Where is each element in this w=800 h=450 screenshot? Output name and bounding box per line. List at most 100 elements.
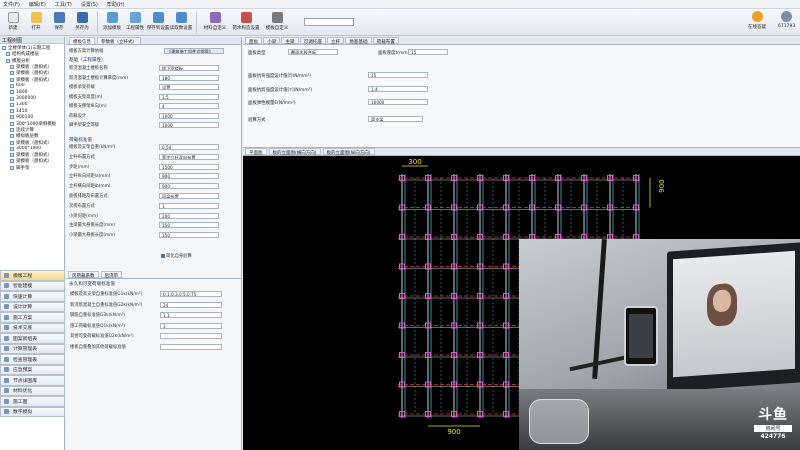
- tab-post-pour[interactable]: 后浇带: [100, 271, 122, 279]
- field-value[interactable]: 900: [159, 173, 219, 180]
- calc-basis-select[interactable]: 《建筑施工扣件式钢管》: [164, 48, 224, 54]
- field-label: 脚手架安全等级: [69, 123, 100, 128]
- project-tree-panel: 工程树图 全楼单体(1)三期工程 结构构成楼层 模版分析 梁模板（盘扣式） 梁模板（盘扣…: [0, 37, 65, 450]
- help-icon: [751, 11, 763, 22]
- field-value[interactable]: 1.1: [160, 312, 222, 318]
- tree-node-label: 3000*1800: [16, 146, 42, 152]
- field-value[interactable]: 1.5: [159, 93, 219, 100]
- tree-node-icon: [10, 102, 14, 107]
- tab-wind-load[interactable]: 风荷载系数: [68, 271, 99, 279]
- user-account-button[interactable]: 671793: [778, 11, 795, 29]
- field-value[interactable]: 4: [159, 103, 219, 109]
- field-value[interactable]: 1000: [159, 112, 219, 119]
- tree-node-label: 模版分析: [12, 58, 30, 64]
- field-value[interactable]: 150: [159, 232, 219, 239]
- save-as-button[interactable]: 另存为: [71, 11, 93, 31]
- component-tabs: 面板 小梁 主梁 可调托座 立杆 地基基础 荷载布置: [243, 37, 800, 45]
- field-value[interactable]: 0.1,0.3,0.5,0.75: [160, 291, 222, 297]
- field-value[interactable]: 150: [159, 222, 219, 229]
- simplify-check-checkbox[interactable]: [161, 254, 165, 258]
- field-value[interactable]: 0.54: [159, 144, 219, 150]
- field-value[interactable]: [160, 343, 222, 350]
- field-value[interactable]: 1: [159, 202, 219, 209]
- tree-node-label: 全楼单体(1)三期工程: [8, 46, 51, 52]
- component-tab[interactable]: 主梁: [281, 37, 299, 45]
- tab-slab-parameters[interactable]: 参数板（立杆式）: [97, 37, 141, 45]
- module-button[interactable]: 快速计算: [0, 291, 65, 302]
- add-template-button[interactable]: 添加模板: [101, 11, 123, 31]
- prop-value[interactable]: 15: [408, 49, 448, 55]
- calc-basis-label: 模板方案计算依据: [69, 49, 104, 54]
- prop-value[interactable]: 10000: [368, 99, 428, 105]
- tree-node-label: 模拟板层数: [16, 134, 39, 140]
- tree-node[interactable]: 脚手架: [2, 165, 64, 171]
- component-tab[interactable]: 立杆: [327, 37, 345, 45]
- save-as-icon: [76, 12, 88, 23]
- save-button[interactable]: 保存: [48, 11, 70, 31]
- tree-node-icon: [10, 153, 14, 158]
- toolbar-search-input[interactable]: [304, 18, 354, 26]
- field-value[interactable]: [160, 333, 222, 339]
- field-label: 小梁最大悬挑长度(mm): [69, 233, 116, 239]
- component-tab[interactable]: 面板: [245, 37, 263, 45]
- material-custom-button[interactable]: 材料自定义: [200, 11, 230, 31]
- prop-label: 面板抗弯强度设计值[f](N/mm²): [248, 74, 311, 79]
- menu-item[interactable]: 编辑(E): [29, 1, 46, 8]
- field-value[interactable]: 设置: [159, 84, 219, 90]
- load-structure-settings-button[interactable]: 荷水构造设置: [231, 11, 261, 31]
- component-tab[interactable]: 可调托座: [299, 37, 326, 45]
- menu-item[interactable]: 设置(S): [81, 1, 98, 8]
- field-value[interactable]: 同梁布置: [159, 193, 219, 199]
- module-button[interactable]: 检查管理表: [0, 354, 65, 365]
- prop-label: 面板弹性模量E(N/mm²): [248, 101, 296, 106]
- stream-watermark: 斗鱼 房间号 424776: [754, 404, 792, 440]
- module-icon: [4, 283, 9, 289]
- module-button[interactable]: 施工图: [0, 396, 65, 407]
- menu-item[interactable]: 工具(T): [55, 1, 72, 8]
- field-value[interactable]: 900: [159, 183, 219, 190]
- module-button[interactable]: 施工方案: [0, 312, 65, 323]
- drawing-tab[interactable]: 平面图: [245, 148, 267, 156]
- field-value[interactable]: 180: [159, 74, 219, 81]
- open-button[interactable]: 打开: [25, 11, 47, 31]
- module-label: 检查管理表: [13, 357, 37, 363]
- module-button[interactable]: 材料优化: [0, 385, 65, 396]
- module-button[interactable]: 计算管理表: [0, 343, 65, 354]
- drawing-tab[interactable]: 板的立面图(纵向方向): [322, 148, 375, 156]
- tab-template-info[interactable]: 模板信息: [69, 37, 95, 45]
- menu-item[interactable]: 帮助(H): [107, 1, 125, 8]
- module-button[interactable]: 设计计算: [0, 301, 65, 312]
- save-settings-button[interactable]: 保存到设置: [147, 11, 169, 31]
- prop-value[interactable]: 15: [368, 72, 428, 78]
- load-settings-button[interactable]: 读取数设置: [170, 11, 192, 31]
- field-value[interactable]: 24: [160, 301, 222, 308]
- module-button[interactable]: 应急预案: [0, 364, 65, 375]
- field-value[interactable]: 1500: [159, 163, 219, 170]
- component-tab[interactable]: 小梁: [263, 37, 281, 45]
- section-basic: 基础（工程属性）: [69, 58, 106, 63]
- module-button[interactable]: 智能建模: [0, 280, 65, 291]
- field-label: 模板承受荷载: [69, 85, 95, 90]
- menu-item[interactable]: 文件(F): [3, 1, 20, 8]
- drawing-tab[interactable]: 板的立面图(横向方向): [268, 148, 321, 156]
- new-button[interactable]: 新建: [2, 11, 24, 31]
- module-button[interactable]: 节点详图库: [0, 375, 65, 386]
- component-tab[interactable]: 荷载布置: [372, 37, 399, 45]
- field-value[interactable]: 地下室楼板: [159, 65, 219, 71]
- properties-icon: [129, 12, 141, 23]
- online-help-button[interactable]: 在线答疑: [748, 11, 766, 30]
- module-button[interactable]: 图案新组表: [0, 333, 65, 344]
- project-properties-button[interactable]: 工程属性: [124, 11, 146, 31]
- module-button[interactable]: 数字模拟: [0, 406, 65, 417]
- module-button[interactable]: 模版工程: [0, 270, 65, 281]
- field-value[interactable]: 等步立杆双向布置: [159, 153, 219, 160]
- field-value[interactable]: 200: [159, 212, 219, 219]
- prop-value[interactable]: 1.4: [368, 86, 428, 92]
- prop-value[interactable]: 覆面木胶合板: [288, 49, 338, 55]
- template-custom-button[interactable]: 模板自定义: [262, 11, 292, 31]
- field-value[interactable]: 3: [160, 322, 222, 329]
- component-tab[interactable]: 地基基础: [345, 37, 372, 45]
- field-value[interactable]: 1000: [159, 122, 219, 128]
- prop-value[interactable]: 简支梁: [368, 116, 423, 122]
- module-button[interactable]: 技术交底: [0, 322, 65, 333]
